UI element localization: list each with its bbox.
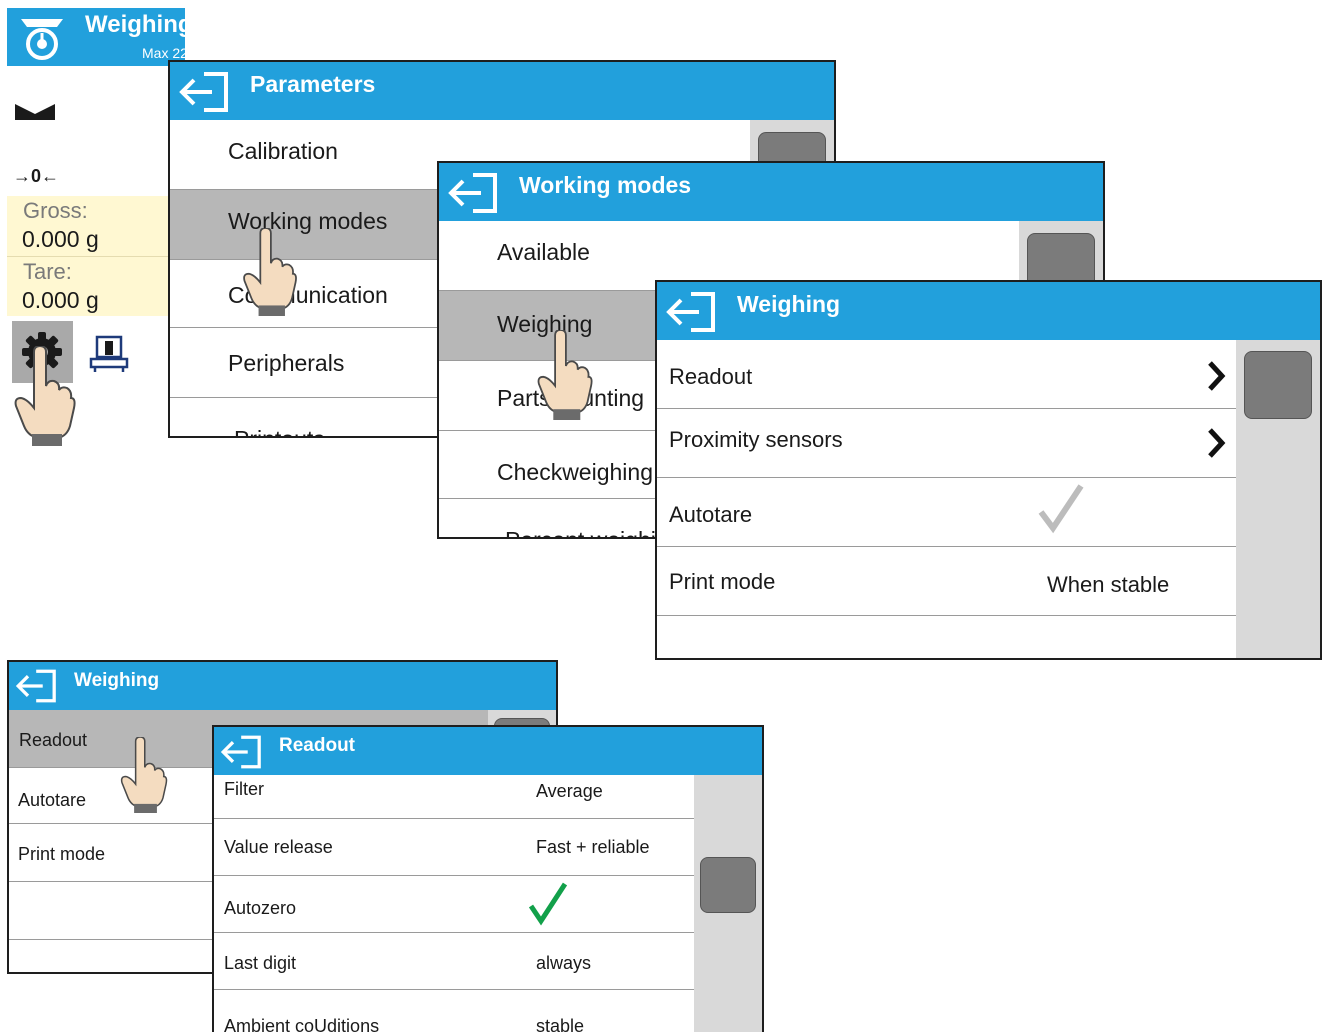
weighing-settings-scrollbar[interactable] bbox=[1236, 340, 1320, 658]
readout-item-ambient-conditions[interactable]: Ambient coUditions stable bbox=[214, 990, 696, 1032]
scroll-thumb[interactable] bbox=[700, 857, 756, 913]
pointing-hand-icon bbox=[118, 736, 170, 818]
back-arrow-icon[interactable] bbox=[178, 70, 232, 114]
tare-icon bbox=[89, 331, 129, 378]
parameters-title: Parameters bbox=[250, 71, 376, 97]
logo-icon bbox=[17, 15, 67, 66]
weighing-settings-title: Weighing bbox=[737, 291, 841, 317]
setting-item-readout[interactable]: Readout bbox=[657, 340, 1238, 409]
home-title: Weighing bbox=[85, 11, 185, 38]
weighing-small-title: Weighing bbox=[74, 670, 160, 691]
tare-button[interactable] bbox=[79, 321, 139, 383]
setting-item-autotare[interactable]: Autotare bbox=[657, 478, 1238, 547]
home-header: Weighing Max 220 g; Min 1 mg; d=0.1 mg g… bbox=[7, 8, 185, 66]
gross-label: Gross: bbox=[23, 198, 88, 223]
chevron-right-icon bbox=[1206, 360, 1226, 397]
pointing-hand-icon bbox=[240, 227, 300, 321]
chevron-right-icon bbox=[1206, 427, 1226, 464]
checkmark-icon bbox=[1037, 482, 1085, 539]
pointing-hand-icon bbox=[14, 344, 76, 451]
scroll-thumb[interactable] bbox=[1244, 351, 1312, 419]
readout-item-last-digit[interactable]: Last digit always bbox=[214, 933, 696, 990]
pointing-hand-icon bbox=[535, 329, 595, 425]
setting-item-proximity-sensors[interactable]: Proximity sensors bbox=[657, 409, 1238, 478]
readout-item-filter[interactable]: Filter Average bbox=[214, 775, 696, 819]
stable-indicator-icon bbox=[15, 104, 55, 125]
setting-item-print-mode[interactable]: Print mode When stable bbox=[657, 547, 1238, 616]
checkmark-icon bbox=[528, 880, 568, 931]
zero-indicator: →0← bbox=[13, 166, 60, 186]
readout-scrollbar[interactable] bbox=[694, 775, 762, 1032]
gross-value: 0.000 g bbox=[22, 226, 99, 252]
readout-title: Readout bbox=[279, 735, 355, 756]
parameters-header: Parameters bbox=[170, 62, 834, 120]
weighing-home-screen: Weighing Max 220 g; Min 1 mg; d=0.1 mg g… bbox=[7, 8, 185, 386]
back-arrow-icon[interactable] bbox=[219, 734, 265, 770]
weighing-settings-header: Weighing bbox=[657, 282, 1320, 340]
weighing-settings-panel: Weighing Readout Proximity sensors Autot… bbox=[655, 280, 1322, 660]
back-arrow-icon[interactable] bbox=[14, 668, 60, 704]
working-modes-title: Working modes bbox=[519, 172, 692, 198]
tare-label: Tare: bbox=[23, 259, 72, 284]
spec-line: Max 220 g; Min 1 mg; d=0.1 mg g; e=1 mg;… bbox=[142, 45, 185, 61]
weighing-small-header: Weighing bbox=[9, 662, 556, 710]
readout-item-autozero[interactable]: Autozero bbox=[214, 876, 696, 933]
back-arrow-icon[interactable] bbox=[665, 290, 719, 334]
readout-header: Readout bbox=[214, 727, 762, 775]
back-arrow-icon[interactable] bbox=[447, 171, 501, 215]
tare-value: 0.000 g bbox=[22, 287, 99, 313]
readout-panel: Readout Filter Average Value release Fas… bbox=[212, 725, 764, 1032]
working-modes-header: Working modes bbox=[439, 163, 1103, 221]
readout-item-value-release[interactable]: Value release Fast + reliable bbox=[214, 819, 696, 876]
gross-tare-panel: Gross: 0.000 g Tare: 0.000 g bbox=[7, 196, 185, 316]
